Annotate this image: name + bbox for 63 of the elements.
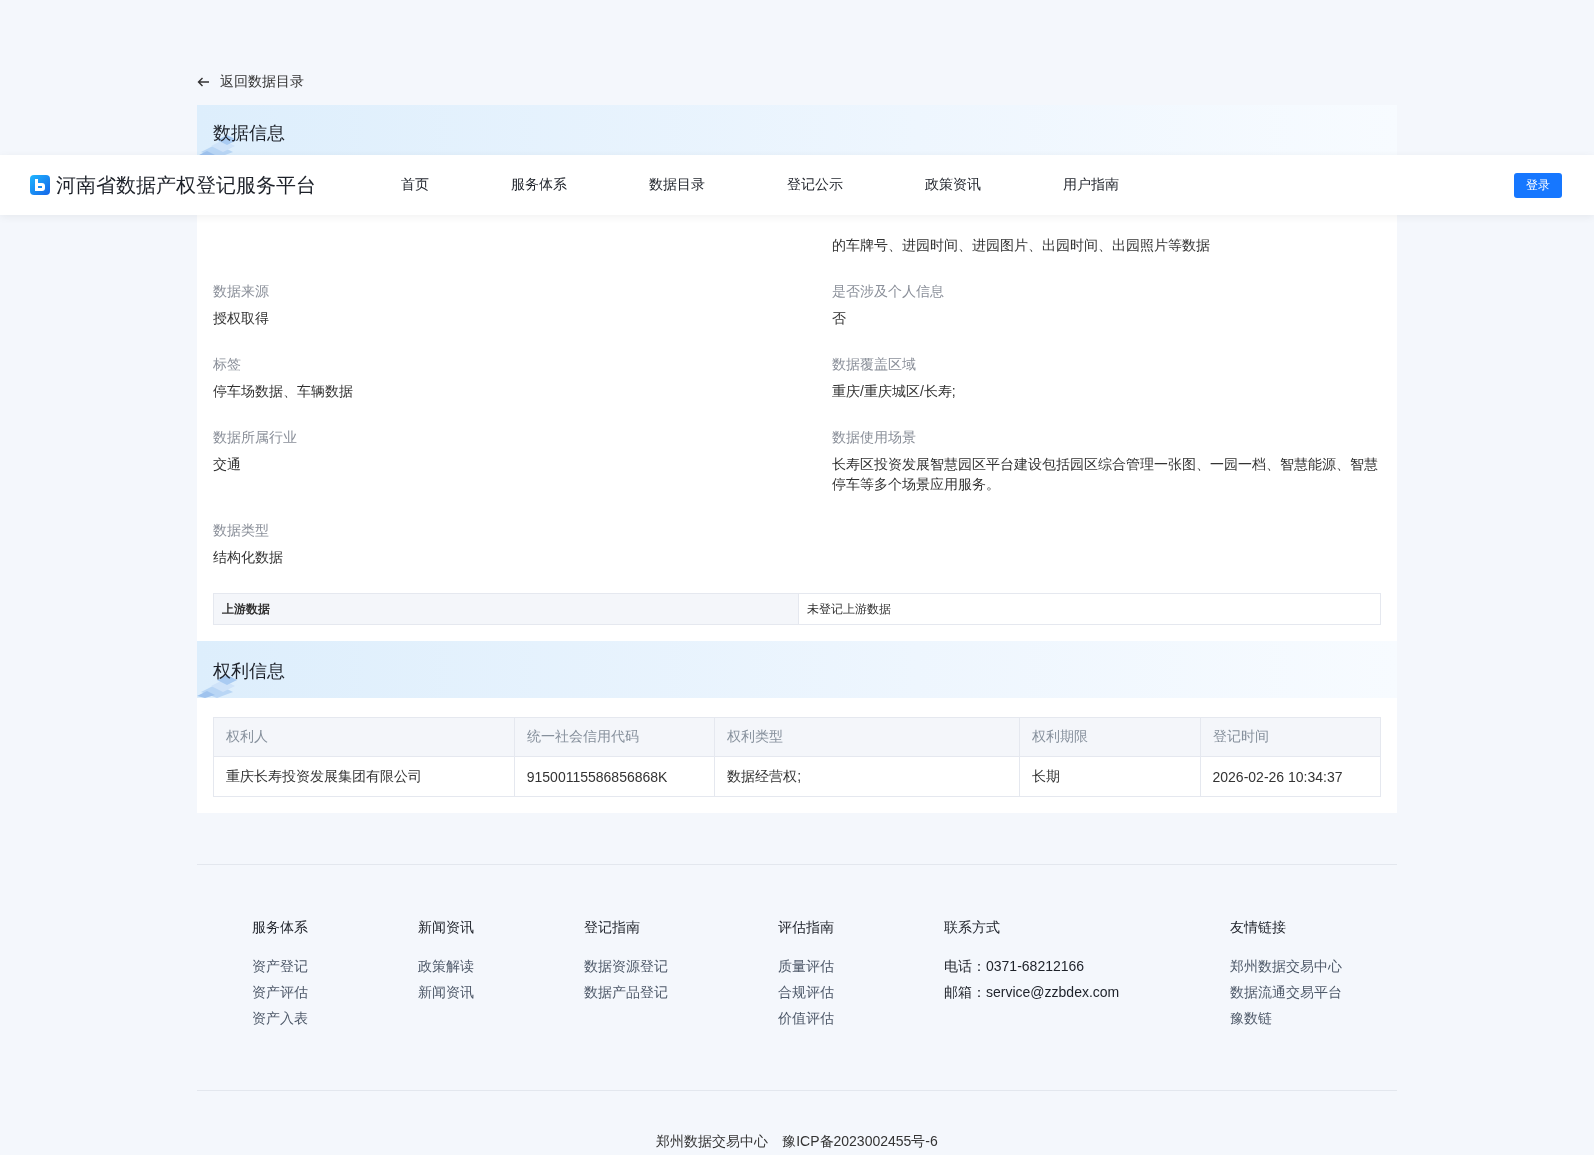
table-cell: 91500115586856868K xyxy=(514,756,715,797)
field-value: 重庆/重庆城区/长寿; xyxy=(832,382,957,401)
field-label: 数据所属行业 xyxy=(213,428,298,447)
contact-text: 电话：0371-68212166 xyxy=(944,957,1085,976)
footer-heading: 评估指南 xyxy=(778,918,835,937)
footer-heading: 服务体系 xyxy=(252,918,309,937)
back-link[interactable]: 返回数据目录 xyxy=(197,72,304,92)
field-label: 数据类型 xyxy=(213,521,270,540)
footer-link[interactable]: 数据流通交易平台 xyxy=(1230,982,1342,1002)
footer-link[interactable]: 资产入表 xyxy=(252,1008,308,1028)
section-title: 权利信息 xyxy=(213,660,286,683)
table-cell: 数据经营权; xyxy=(714,756,1020,797)
field-label: 数据使用场景 xyxy=(832,428,917,447)
field-label: 数据来源 xyxy=(213,282,270,301)
footer-link[interactable]: 价值评估 xyxy=(778,1008,834,1028)
column-header: 权利人 xyxy=(213,717,515,757)
field-value: 结构化数据 xyxy=(213,548,284,567)
field-value: 的车牌号、进园时间、进园图片、出园时间、出园照片等数据 xyxy=(832,236,1211,255)
footer-heading: 登记指南 xyxy=(584,918,641,937)
table-cell: 2026-02-26 10:34:37 xyxy=(1200,756,1381,797)
nav-link[interactable]: 服务体系 xyxy=(511,176,567,194)
column-header: 统一社会信用代码 xyxy=(514,717,715,757)
footer-link[interactable]: 郑州数据交易中心 xyxy=(1230,956,1342,976)
footer-heading: 新闻资讯 xyxy=(418,918,475,937)
nav-link[interactable]: 政策资讯 xyxy=(925,176,981,194)
footer-link[interactable]: 数据产品登记 xyxy=(584,982,668,1002)
logo-icon xyxy=(30,175,50,195)
footer-heading: 友情链接 xyxy=(1230,918,1287,937)
nav-link[interactable]: 登记公示 xyxy=(787,176,843,194)
table-cell-text: 未登记上游数据 xyxy=(806,601,892,618)
footer-link[interactable]: 数据资源登记 xyxy=(584,956,668,976)
login-button[interactable]: 登录 xyxy=(1514,172,1562,198)
copyright-link[interactable]: 豫ICP备2023002455号-6 xyxy=(782,1131,938,1151)
arrow-left-icon xyxy=(197,77,210,87)
table-header-cell: 上游数据 xyxy=(214,594,799,624)
footer-link[interactable]: 资产评估 xyxy=(252,982,308,1002)
column-header: 登记时间 xyxy=(1200,717,1381,757)
column-header: 权利类型 xyxy=(714,717,1020,757)
footer-link[interactable]: 政策解读 xyxy=(418,956,474,976)
field-label: 标签 xyxy=(213,355,242,374)
footer-link[interactable]: 资产登记 xyxy=(252,956,308,976)
field-value: 授权取得 xyxy=(213,309,270,328)
field-label: 是否涉及个人信息 xyxy=(832,282,945,301)
site-title: 河南省数据产权登记服务平台 xyxy=(56,172,316,198)
field-value: 交通 xyxy=(213,455,242,474)
field-label: 数据覆盖区域 xyxy=(832,355,917,374)
section-title: 数据信息 xyxy=(213,122,286,145)
footer-link[interactable]: 新闻资讯 xyxy=(418,982,474,1002)
footer-link[interactable]: 合规评估 xyxy=(778,982,834,1002)
field-value: 长寿区投资发展智慧园区平台建设包括园区综合管理一张图、一园一档、智慧能源、智慧停车等多个场景应用服务。 xyxy=(832,455,1379,494)
footer-link[interactable]: 质量评估 xyxy=(778,956,834,976)
footer-link[interactable]: 豫数链 xyxy=(1230,1008,1272,1028)
copyright-link[interactable]: 郑州数据交易中心 xyxy=(656,1131,769,1151)
field-value: 否 xyxy=(832,309,847,328)
nav-link[interactable]: 数据目录 xyxy=(649,176,705,194)
table-cell: 长期 xyxy=(1019,756,1200,797)
nav-link[interactable]: 首页 xyxy=(401,176,429,194)
field-value: 停车场数据、车辆数据 xyxy=(213,382,354,401)
table-cell: 重庆长寿投资发展集团有限公司 xyxy=(213,756,515,797)
column-header: 权利期限 xyxy=(1019,717,1200,757)
nav-link[interactable]: 用户指南 xyxy=(1063,176,1119,194)
contact-text: 邮箱：service@zzbdex.com xyxy=(944,983,1120,1002)
footer-heading: 联系方式 xyxy=(944,918,1001,937)
